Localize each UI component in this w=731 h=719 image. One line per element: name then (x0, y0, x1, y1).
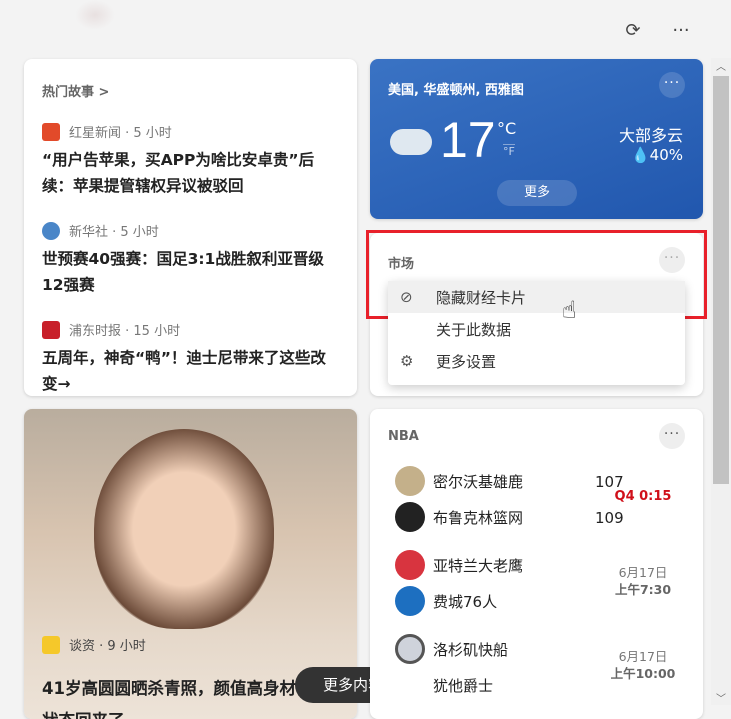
hide-icon: ⊘ (400, 288, 413, 306)
scroll-down-icon[interactable]: ﹀ (711, 690, 731, 705)
temperature: 17 (440, 112, 496, 168)
unit-celsius[interactable]: °C (497, 119, 516, 138)
source-logo-icon (42, 635, 60, 654)
team-logo-icon (395, 586, 425, 616)
story-item[interactable]: 新华社 · 5 小时 世预赛40强赛：国足3:1战胜叙利亚晋级12强赛 (42, 221, 339, 298)
cloud-icon (390, 129, 432, 155)
source-logo-icon (42, 122, 60, 141)
source-logo-icon (42, 320, 60, 339)
top-stories-card: 热门故事 > 红星新闻 · 5 小时 “用户告苹果，买APP为啥比安卓贵”后续：… (24, 59, 357, 396)
story-title[interactable]: “用户告苹果，买APP为啥比安卓贵”后续：苹果提管辖权异议被驳回 (42, 147, 339, 199)
game-row[interactable]: 亚特兰大老鹰 费城76人 6月17日 上午7:30 (395, 547, 671, 619)
weather-more-link[interactable]: 更多 (497, 180, 577, 206)
more-icon: ··· (672, 20, 690, 41)
weather-card[interactable]: 美国, 华盛顿州, 西雅图 ··· 17 °C °F 大部多云 💧40% 更多 (370, 59, 703, 219)
team-logo-icon (395, 502, 425, 532)
market-context-menu: ⊘ 隐藏财经卡片 关于此数据 ⚙ 更多设置 (388, 281, 685, 385)
team-logo-icon (395, 466, 425, 496)
menu-item-more-settings[interactable]: ⚙ 更多设置 (388, 345, 685, 377)
gear-icon: ⚙ (400, 352, 414, 370)
game-row[interactable]: 密尔沃基雄鹿 布鲁克林篮网 107 109 Q4 0:15 (395, 463, 671, 535)
nba-more-button[interactable]: ··· (659, 423, 685, 449)
refresh-icon: ⟳ (625, 20, 641, 41)
story-source: 红星新闻 · 5 小时 (69, 126, 172, 141)
team-logo-icon (395, 550, 425, 580)
precipitation: 💧40% (630, 146, 683, 164)
menu-item-about-data[interactable]: 关于此数据 (388, 313, 685, 345)
story-source: 浦东时报 · 15 小时 (69, 324, 181, 339)
weather-location: 美国, 华盛顿州, 西雅图 (388, 83, 524, 98)
story-source: 谈资 · 9 小时 (69, 639, 146, 654)
weather-more-button[interactable]: ··· (659, 72, 685, 98)
avatar-blur (75, 0, 115, 30)
weather-condition: 大部多云 (618, 126, 683, 145)
scrollbar-thumb[interactable] (713, 76, 729, 484)
droplet-icon: 💧 (630, 146, 650, 164)
unit-fahrenheit[interactable]: °F (503, 144, 515, 158)
scroll-up-icon[interactable]: ︿ (711, 58, 731, 76)
team-logo-icon (395, 670, 425, 700)
story-item[interactable]: 红星新闻 · 5 小时 “用户告苹果，买APP为啥比安卓贵”后续：苹果提管辖权异… (42, 122, 339, 199)
top-stories-header[interactable]: 热门故事 > (42, 81, 339, 100)
story-title[interactable]: 世预赛40强赛：国足3:1战胜叙利亚晋级12强赛 (42, 246, 339, 298)
team-logo-icon (395, 634, 425, 664)
source-logo-icon (42, 221, 60, 240)
scrollbar[interactable]: ︿ ﹀ (711, 58, 731, 705)
game-row[interactable]: 洛杉矶快船 犹他爵士 6月17日 上午10:00 (395, 631, 675, 703)
nba-header: NBA (388, 429, 419, 444)
menu-item-hide-finance-card[interactable]: ⊘ 隐藏财经卡片 (388, 281, 685, 313)
refresh-button[interactable]: ⟳ (620, 18, 646, 44)
story-photo (94, 429, 274, 629)
story-item[interactable]: 浦东时报 · 15 小时 五周年，神奇“鸭”！迪士尼带来了这些改变→ (42, 320, 339, 396)
more-options-button[interactable]: ··· (668, 18, 694, 44)
hand-cursor-icon: ☝ (562, 296, 577, 324)
story-title[interactable]: 五周年，神奇“鸭”！迪士尼带来了这些改变→ (42, 345, 339, 396)
story-source: 新华社 · 5 小时 (69, 225, 159, 240)
